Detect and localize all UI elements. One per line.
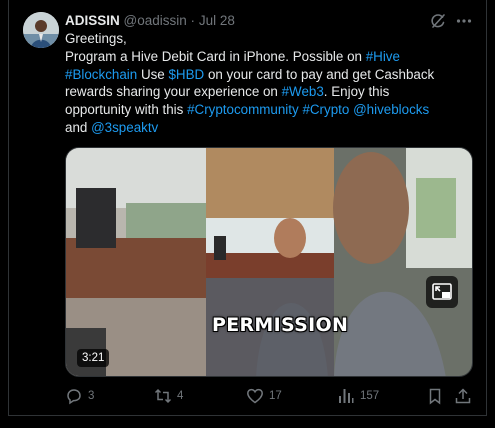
view-count: 157 <box>360 390 380 402</box>
author-handle[interactable]: @oadissin <box>124 13 187 28</box>
tweet-text-segment: and <box>65 119 92 135</box>
tweet-text-line: Greetings, <box>65 30 475 48</box>
views-icon <box>339 389 354 403</box>
hashtag-link[interactable]: #Blockchain <box>65 67 137 82</box>
tweet-text-line: and @3speaktv <box>65 119 475 137</box>
share-button[interactable] <box>454 386 472 406</box>
mention-link[interactable]: @3speaktv <box>91 120 158 135</box>
hashtag-link[interactable]: #Hive <box>366 49 400 64</box>
views-button[interactable]: 157 <box>337 386 379 406</box>
tweet-text-segment: rewards sharing your experience on <box>65 84 282 100</box>
tweet-text-segment: on your card to pay and get Cashback <box>204 66 435 82</box>
tweet-date[interactable]: Jul 28 <box>199 13 235 28</box>
reply-button[interactable]: 3 <box>65 386 94 406</box>
share-icon <box>455 388 471 404</box>
reply-icon <box>67 389 81 405</box>
picture-in-picture-icon <box>432 283 452 300</box>
repost-icon <box>154 388 172 404</box>
more-icon[interactable] <box>455 12 473 30</box>
tweet-header: ADISSIN @oadissin · Jul 28 <box>65 12 465 30</box>
divider <box>8 415 487 416</box>
video-player[interactable]: PERMISSION 3:21 <box>65 147 473 377</box>
like-icon <box>247 388 263 404</box>
repost-count: 4 <box>177 390 184 402</box>
action-bar: 3 4 17 157 <box>65 386 477 406</box>
tweet-text-line: opportunity with this #Cryptocommunity #… <box>65 101 475 119</box>
tweet-text-segment: . Enjoy this <box>323 84 390 100</box>
reply-count: 3 <box>88 390 95 402</box>
avatar[interactable] <box>23 12 59 48</box>
tweet-text-segment: Greetings, <box>65 31 127 46</box>
tweet-text-line: #Blockchain Use $HBD on your card to pay… <box>65 66 475 84</box>
like-button[interactable]: 17 <box>246 386 282 406</box>
hashtag-link[interactable]: #Crypto <box>302 102 349 117</box>
video-caption: PERMISSION <box>212 314 349 336</box>
mention-link[interactable]: @hiveblocks <box>353 102 429 117</box>
hashtag-link[interactable]: #Web3 <box>282 84 324 99</box>
hashtag-link[interactable]: #Cryptocommunity <box>187 102 299 117</box>
bookmark-button[interactable] <box>426 386 444 406</box>
picture-in-picture-button[interactable] <box>426 276 458 308</box>
tweet-text-line: rewards sharing your experience on #Web3… <box>65 83 475 101</box>
header-separator: · <box>190 13 196 28</box>
tweet-text-segment: opportunity with this <box>65 102 188 118</box>
like-count: 17 <box>269 390 282 402</box>
tweet-text: Greetings, Program a Hive Debit Card in i… <box>65 30 475 137</box>
tweet-text-segment: Program a Hive Debit Card in iPhone. Pos… <box>65 48 366 64</box>
author-name[interactable]: ADISSIN <box>65 13 120 28</box>
grok-icon[interactable] <box>429 12 447 30</box>
tweet-text-segment: Use <box>137 66 169 82</box>
tweet-text-line: Program a Hive Debit Card in iPhone. Pos… <box>65 48 475 66</box>
repost-button[interactable]: 4 <box>154 386 183 406</box>
cashtag-link[interactable]: $HBD <box>168 67 204 82</box>
bookmark-icon <box>429 388 441 405</box>
video-duration: 3:21 <box>77 349 110 367</box>
